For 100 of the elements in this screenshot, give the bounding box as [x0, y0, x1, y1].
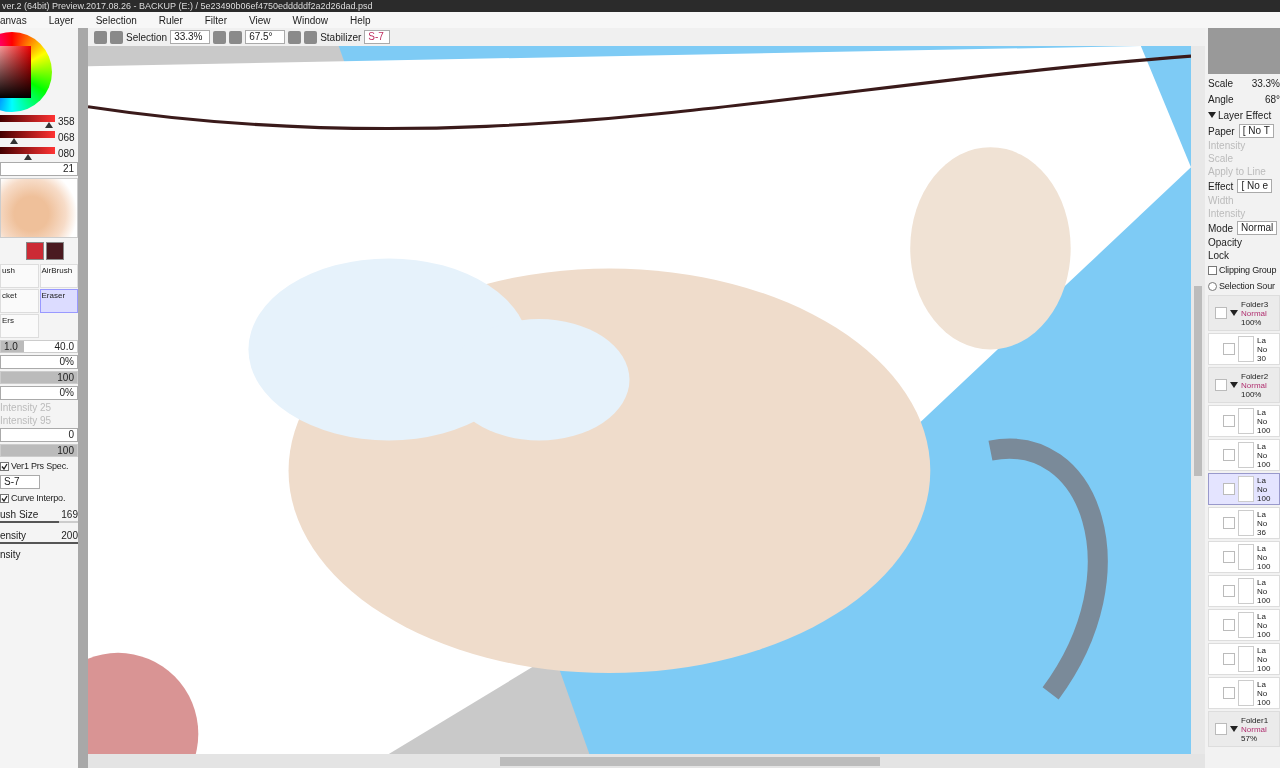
- checkbox-label: Curve Interpo.: [11, 493, 66, 503]
- mode-label: Mode: [1208, 222, 1233, 234]
- tool-button[interactable]: ush: [0, 264, 39, 288]
- layer-row[interactable]: La No 100: [1208, 609, 1280, 641]
- background-color[interactable]: [46, 242, 64, 260]
- value-slider[interactable]: 100: [0, 444, 78, 457]
- opacity-value: 100: [1257, 663, 1271, 673]
- blend-mode: No: [1257, 450, 1269, 460]
- navigator-preview: [1208, 28, 1280, 74]
- color-slider[interactable]: [0, 130, 55, 144]
- folder-name: Folder1: [1241, 715, 1269, 725]
- layer-row[interactable]: La No 100: [1208, 405, 1280, 437]
- angle-value: 68°: [1264, 93, 1280, 105]
- stabilizer-label: Stabilizer: [320, 31, 362, 43]
- tool-button[interactable]: AirBrush: [39, 264, 78, 288]
- layer-row[interactable]: La No 100: [1208, 643, 1280, 675]
- blend-field[interactable]: 0%: [0, 386, 78, 400]
- expand-icon[interactable]: [1230, 309, 1238, 317]
- radio-label: Selection Sour: [1219, 281, 1275, 291]
- angle-label: Angle: [1208, 93, 1234, 105]
- blend-mode: No: [1257, 344, 1268, 354]
- redo-button[interactable]: [110, 30, 123, 44]
- menu-item[interactable]: Help: [350, 14, 371, 26]
- opacity-value: 100: [1257, 493, 1271, 503]
- zoom-field[interactable]: 33.3%: [170, 30, 211, 44]
- color-slider[interactable]: [0, 146, 55, 160]
- size-field[interactable]: 21: [0, 162, 78, 176]
- expand-icon[interactable]: [1230, 381, 1238, 389]
- menu-item[interactable]: Selection: [95, 14, 137, 26]
- radio-button[interactable]: [1208, 281, 1217, 291]
- opacity-value: 100: [1257, 459, 1271, 469]
- menu-item[interactable]: anvas: [0, 14, 27, 26]
- layer-row[interactable]: La No 100: [1208, 439, 1280, 471]
- stabilizer-dropdown[interactable]: S-7: [0, 475, 40, 489]
- scrollbar[interactable]: [78, 28, 88, 768]
- color-slider[interactable]: [0, 114, 55, 128]
- opacity-value: 100: [1257, 425, 1271, 435]
- scrollbar-thumb[interactable]: [1194, 286, 1202, 476]
- blend-mode: Normal: [1241, 308, 1268, 318]
- param-label: ensity: [0, 529, 27, 541]
- collapse-icon[interactable]: [1208, 111, 1216, 119]
- layer-row[interactable]: La No 30: [1208, 333, 1280, 365]
- layer-row[interactable]: La No 100: [1208, 473, 1280, 505]
- menu-item[interactable]: Window: [292, 14, 329, 26]
- layer-thumbnail: [1238, 578, 1254, 604]
- opacity-value: 100: [1257, 697, 1271, 707]
- layer-row[interactable]: La No 100: [1208, 541, 1280, 573]
- scrollbar-thumb[interactable]: [500, 756, 880, 766]
- size-slider[interactable]: 1.0 40.0: [0, 340, 78, 353]
- rotate-button[interactable]: [288, 30, 302, 44]
- layer-name: La: [1257, 611, 1267, 621]
- folder-row[interactable]: Folder1 Normal 57%: [1208, 711, 1280, 747]
- opacity-value: 100: [1257, 595, 1271, 605]
- opacity-value: 30: [1257, 353, 1267, 363]
- blend-mode: No: [1257, 518, 1268, 528]
- layer-row[interactable]: La No 100: [1208, 575, 1280, 607]
- checkbox[interactable]: [0, 461, 9, 471]
- effect-label: Effect: [1208, 180, 1234, 192]
- opacity-value: 100: [1257, 629, 1271, 639]
- effect-dropdown[interactable]: [ No e: [1237, 179, 1273, 193]
- selection-toggle[interactable]: Selection: [126, 31, 168, 43]
- menu-item[interactable]: Filter: [204, 14, 227, 26]
- folder-row[interactable]: Folder2 Normal 100%: [1208, 367, 1280, 403]
- paper-dropdown[interactable]: [ No T: [1238, 124, 1274, 138]
- tool-button[interactable]: Ers: [0, 314, 39, 338]
- undo-button[interactable]: [94, 30, 107, 44]
- foreground-color[interactable]: [26, 242, 44, 260]
- scale-value: 33.3%: [1251, 77, 1280, 89]
- tool-button[interactable]: cket: [0, 289, 39, 313]
- expand-icon[interactable]: [1230, 725, 1238, 733]
- layer-row[interactable]: La No 100: [1208, 677, 1280, 709]
- value-field[interactable]: 0: [0, 428, 78, 442]
- folder-name: Folder2: [1241, 371, 1269, 381]
- density-slider[interactable]: 100: [0, 371, 78, 384]
- rotate-button[interactable]: [304, 30, 318, 44]
- layer-thumbnail: [1238, 476, 1254, 502]
- zoom-out-button[interactable]: [213, 30, 227, 44]
- scale-label: Scale: [1208, 77, 1233, 89]
- folder-name: Folder3: [1241, 299, 1269, 309]
- tool-button[interactable]: Eraser: [39, 289, 78, 313]
- menu-item[interactable]: View: [249, 14, 271, 26]
- layer-row[interactable]: La No 36: [1208, 507, 1280, 539]
- layer-thumbnail: [1238, 680, 1254, 706]
- checkbox[interactable]: [0, 493, 9, 503]
- menu-item[interactable]: Layer: [48, 14, 74, 26]
- menu-item[interactable]: Ruler: [158, 14, 183, 26]
- section-title[interactable]: Layer Effect: [1218, 109, 1272, 121]
- blend-field[interactable]: 0%: [0, 355, 78, 369]
- layer-name: La: [1257, 577, 1267, 587]
- mode-dropdown[interactable]: Normal: [1237, 221, 1278, 235]
- blend-mode: No: [1257, 688, 1269, 698]
- zoom-in-button[interactable]: [229, 30, 243, 44]
- stabilizer-dropdown[interactable]: S-7: [364, 30, 391, 44]
- layer-thumbnail: [1238, 408, 1254, 434]
- checkbox[interactable]: [1208, 265, 1217, 275]
- folder-row[interactable]: Folder3 Normal 100%: [1208, 295, 1280, 331]
- lock-label: Lock: [1208, 250, 1231, 261]
- angle-field[interactable]: 67.5°: [245, 30, 286, 44]
- layer-name: La: [1257, 645, 1267, 655]
- checkbox-label: Ver1 Prs Spec.: [11, 461, 69, 471]
